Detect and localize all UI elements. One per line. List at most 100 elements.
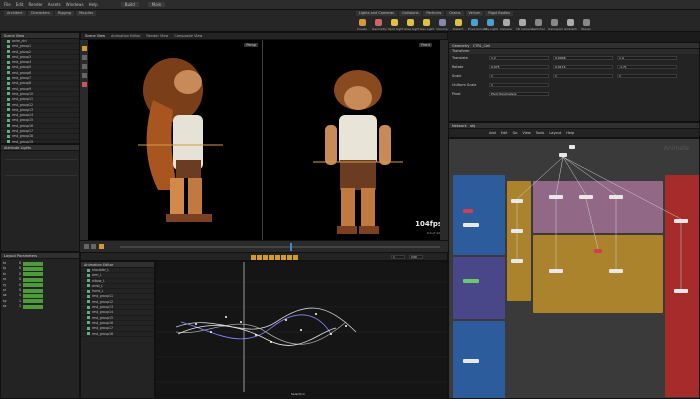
network-tab[interactable]: Network [452,124,467,128]
param-field[interactable]: 0.075 [489,65,549,69]
shelf-tool-button[interactable]: Ambient [564,19,577,31]
shelf-tool-button[interactable]: Volume [436,19,448,31]
key-button[interactable] [251,255,256,260]
key-button[interactable] [275,255,280,260]
menu-edit[interactable]: Edit [16,2,24,7]
anim-channel-label: shoulder_L [92,268,110,272]
key-button[interactable] [263,255,268,260]
stop-button[interactable] [91,244,97,249]
param-field[interactable]: 1 [489,83,549,87]
shelf-tool-button[interactable]: Geometry [372,19,387,31]
param-field[interactable]: 1.2 [489,56,549,60]
shelf-tab[interactable]: Architect [4,11,26,16]
shelf-tab[interactable]: Vellum [465,11,484,16]
param-field[interactable]: Pivot Parameters [489,92,549,96]
end-frame-field[interactable]: 240 [409,255,423,259]
shelf-tab[interactable]: Collisions [398,11,422,16]
key-button[interactable] [287,255,292,260]
shelf-tool-button[interactable]: VR Camera [516,19,533,31]
viewport-persp[interactable]: Persp [88,40,263,240]
timeline-track[interactable] [120,246,440,248]
network-editor[interactable]: Animate [448,138,700,399]
play-back-button[interactable] [84,244,89,249]
key-button[interactable] [257,255,262,260]
shelf-tool-button[interactable]: Create [356,19,368,31]
pose-tool-icon[interactable] [81,82,87,87]
shelf-tool-button[interactable]: Environment [468,19,487,31]
channel-bar [23,294,44,299]
param-field[interactable]: 1 [489,74,549,78]
scale-tool-icon[interactable] [81,73,87,78]
scene-tree-panel: Scene View anim_ctrl rest_group1 rest_grou… [0,32,80,167]
shelf-tool-button[interactable]: Sky Light [484,19,498,31]
front-label[interactable]: Front [419,43,432,47]
param-field[interactable]: 1 [553,74,613,78]
network-menu-item[interactable]: Help [566,129,574,137]
menu-assets[interactable]: Assets [48,2,61,7]
channel-value[interactable]: 1 [19,304,21,309]
shelf-tool-button[interactable]: Spot Light [388,19,403,31]
shelf-tab[interactable]: Grains [446,11,464,16]
shelf-tab[interactable]: Particles [423,11,445,16]
tab-animation-editor[interactable]: Animation Editor [111,34,140,38]
channel-label: sz [3,304,7,309]
tab-render-view[interactable]: Render View [146,34,168,38]
object-icon [7,65,10,69]
tab-scene-view[interactable]: Scene View [85,34,105,38]
network-menu-item[interactable]: Layout [549,129,561,137]
channel-icon [87,289,90,293]
persp-label[interactable]: Persp [244,43,258,47]
build-desktop-select[interactable]: Build [120,2,139,7]
play-forward-button[interactable] [98,244,104,249]
shelf-tool-button[interactable]: Switcher [532,19,545,31]
shelf-tool-button[interactable]: Area Light [404,19,419,31]
network-menu-item[interactable]: Tools [536,129,545,137]
shelf-tab[interactable]: Muscles [76,11,97,16]
frame-field[interactable]: 1 [391,255,405,259]
param-field[interactable]: 1 [617,74,677,78]
network-menu-item[interactable]: Go [513,129,518,137]
tab-composite-view[interactable]: Composite View [174,34,202,38]
rotate-tool-icon[interactable] [81,64,87,69]
shelf-tab[interactable]: Rigid Bodies [485,11,514,16]
graph-editor[interactable]: Selection [155,261,449,399]
main-select[interactable]: Main [147,2,166,7]
viewport-front[interactable]: Front 104fps 0.0 of 120 [263,40,448,240]
network-path[interactable]: obj [470,124,475,128]
object-icon [7,140,10,144]
divider [5,175,77,176]
menu-windows[interactable]: Windows [66,2,84,7]
param-field[interactable]: 0.0174 [553,65,613,69]
shelf-tool-label: Volume [436,27,448,31]
param-field[interactable]: 0.0008 [553,56,613,60]
shelf-tab[interactable]: Characters [27,11,53,16]
menu-help[interactable]: Help [89,2,98,7]
param-field[interactable]: 1.4 [617,56,677,60]
timeline-bar[interactable] [80,240,448,252]
param-field[interactable]: -1.71 [617,65,677,69]
menu-render[interactable]: Render [28,2,42,7]
anim-channel-label: hand_L [92,289,104,294]
shelf-tool-button[interactable]: Distant [452,19,464,31]
network-menu-item[interactable]: Edit [501,129,508,137]
key-button[interactable] [269,255,274,260]
move-tool-icon[interactable] [81,55,87,60]
shelf-tab[interactable]: Rigging [54,11,75,16]
tree-item-label: rest_group11 [12,97,34,102]
select-tool-icon[interactable] [81,46,87,51]
shelf-tool-button[interactable]: Stereo [580,19,592,31]
shelf-tab[interactable]: Lights and Cameras [356,11,397,16]
network-menu-item[interactable]: Add [489,129,496,137]
key-button[interactable] [293,255,298,260]
shelf-tool-button[interactable]: Geo Light [420,19,434,31]
key-button[interactable] [281,255,286,260]
channel-row[interactable]: sz 1 [1,304,79,309]
anim-channel-label: rest_group18 [92,331,114,336]
shelf-tool-button[interactable]: Gamepad [548,19,563,31]
shelf-tool-button[interactable]: Camera [500,19,512,31]
network-menu-item[interactable]: View [522,129,530,137]
menu-file[interactable]: File [4,2,11,7]
anim-channel-label: rest_group15 [92,315,114,320]
timeline-playhead[interactable] [290,243,292,251]
anim-channel[interactable]: rest_group18 [81,332,154,337]
